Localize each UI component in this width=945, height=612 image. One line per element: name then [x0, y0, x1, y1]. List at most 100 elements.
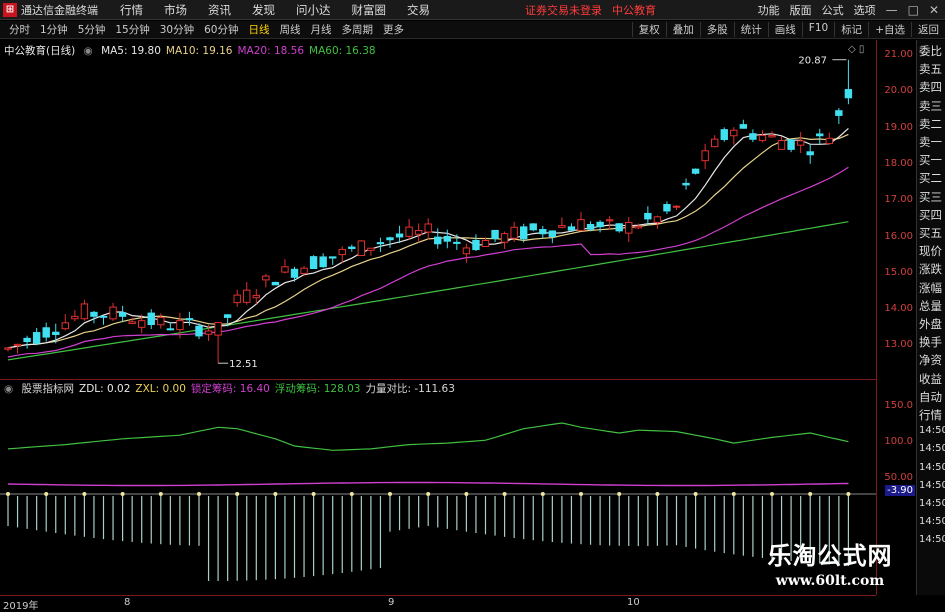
candlestick[interactable]: [691, 168, 700, 175]
menu-item-news[interactable]: 资讯: [208, 2, 231, 18]
menu-item-function[interactable]: 功能: [758, 2, 780, 18]
side-panel-item[interactable]: 现价: [919, 243, 945, 259]
minimize-icon[interactable]: —: [886, 3, 898, 17]
candlestick[interactable]: [147, 309, 155, 330]
candlestick[interactable]: [739, 119, 748, 129]
timeframe-tab-4[interactable]: 30分钟: [155, 22, 199, 37]
candlestick[interactable]: [596, 220, 604, 233]
side-panel-item[interactable]: 14:50: [919, 462, 945, 473]
candlestick[interactable]: [329, 256, 337, 265]
candlestick[interactable]: [529, 223, 537, 232]
candlestick[interactable]: [787, 139, 795, 153]
side-panel-item[interactable]: 收益: [919, 371, 945, 387]
chart-tool-3[interactable]: 统计: [733, 22, 768, 37]
timeframe-tab-0[interactable]: 分时: [4, 22, 35, 37]
candlestick[interactable]: [424, 218, 432, 240]
candlestick[interactable]: [376, 237, 385, 252]
candlestick[interactable]: [405, 219, 413, 241]
side-panel-item[interactable]: 涨跌: [919, 261, 945, 277]
chart-zoom-icon[interactable]: ◇ ▯: [848, 44, 864, 55]
maximize-icon[interactable]: □: [908, 3, 919, 17]
timeframe-tab-9[interactable]: 多周期: [337, 22, 379, 37]
timeframe-tab-2[interactable]: 5分钟: [73, 22, 111, 37]
candlestick[interactable]: [214, 322, 222, 364]
side-panel-item[interactable]: 卖一: [919, 134, 945, 150]
chart-tool-0[interactable]: 复权: [631, 22, 666, 37]
candlestick[interactable]: [367, 247, 375, 256]
side-panel-item[interactable]: 卖四: [919, 79, 945, 95]
candlestick[interactable]: [577, 211, 585, 232]
candlestick[interactable]: [806, 144, 814, 164]
candlestick[interactable]: [395, 225, 404, 244]
timeframe-tab-3[interactable]: 15分钟: [110, 22, 154, 37]
candlestick[interactable]: [749, 129, 757, 143]
menu-item-options[interactable]: 选项: [854, 2, 876, 18]
menu-item-ask[interactable]: 问小达: [296, 2, 331, 18]
candlestick[interactable]: [644, 206, 652, 226]
candlestick[interactable]: [319, 253, 327, 268]
candlestick[interactable]: [281, 259, 289, 274]
side-panel-item[interactable]: 买三: [919, 189, 945, 205]
candlestick[interactable]: [348, 244, 356, 252]
candlestick[interactable]: [80, 299, 89, 321]
candlestick[interactable]: [338, 246, 346, 264]
candlestick[interactable]: [90, 310, 98, 324]
candlestick[interactable]: [682, 178, 690, 190]
chart-tool-6[interactable]: 标记: [834, 22, 868, 37]
timeframe-tab-7[interactable]: 周线: [275, 22, 306, 37]
side-panel-item[interactable]: 14:50: [919, 425, 945, 436]
candlestick[interactable]: [758, 130, 767, 143]
candlestick[interactable]: [548, 230, 557, 244]
side-panel-item[interactable]: 卖五: [919, 61, 945, 77]
candlestick-plot[interactable]: 20.87 12.51 ◇ ▯: [0, 40, 876, 380]
candlestick[interactable]: [567, 223, 576, 231]
candlestick[interactable]: [42, 322, 50, 342]
candlestick[interactable]: [711, 135, 719, 148]
candlestick[interactable]: [844, 59, 853, 105]
candlestick[interactable]: [233, 289, 241, 307]
side-panel-item[interactable]: 总量: [919, 298, 945, 314]
chart-tool-2[interactable]: 多股: [699, 22, 734, 37]
menu-item-discover[interactable]: 发现: [252, 2, 275, 18]
candlestick[interactable]: [357, 240, 366, 257]
menu-item-wealth[interactable]: 财富圈: [352, 2, 387, 18]
menu-item-formula[interactable]: 公式: [822, 2, 844, 18]
side-panel-item[interactable]: 14:50: [919, 498, 945, 509]
candlestick[interactable]: [796, 132, 805, 154]
candlestick[interactable]: [243, 282, 251, 305]
side-panel-item[interactable]: 涨幅: [919, 280, 945, 296]
timeframe-tab-5[interactable]: 60分钟: [199, 22, 243, 37]
side-panel-item[interactable]: 买四: [919, 207, 945, 223]
candlestick[interactable]: [605, 216, 614, 230]
side-panel-item[interactable]: 买五: [919, 225, 945, 241]
timeframe-tab-10[interactable]: 更多: [378, 22, 409, 37]
candlestick[interactable]: [434, 228, 442, 249]
candlestick[interactable]: [539, 225, 547, 239]
chart-tool-1[interactable]: 叠加: [665, 22, 700, 37]
chart-tool-7[interactable]: +自选: [868, 22, 911, 37]
chart-tool-5[interactable]: F10: [801, 22, 834, 37]
side-panel-item[interactable]: 14:50: [919, 516, 945, 527]
indicator-circle-icon[interactable]: ◉: [4, 383, 13, 395]
candlestick[interactable]: [271, 281, 280, 286]
side-panel-item[interactable]: 买二: [919, 170, 945, 186]
candlestick[interactable]: [701, 143, 709, 170]
candlestick[interactable]: [500, 231, 509, 249]
candlestick[interactable]: [625, 217, 633, 242]
chart-tool-4[interactable]: 画线: [767, 22, 802, 37]
chart-tool-8[interactable]: 返回: [911, 22, 945, 37]
candlestick[interactable]: [730, 127, 738, 145]
side-panel-item[interactable]: 买一: [919, 152, 945, 168]
candlestick[interactable]: [835, 108, 843, 125]
menu-item-quotes[interactable]: 行情: [120, 2, 143, 18]
candlestick[interactable]: [453, 234, 461, 250]
candlestick[interactable]: [653, 215, 662, 229]
side-panel-item[interactable]: 换手: [919, 334, 945, 350]
side-panel-item[interactable]: 委比: [919, 43, 945, 59]
side-panel-item[interactable]: 卖三: [919, 98, 945, 114]
candlestick[interactable]: [825, 132, 833, 145]
menu-item-trade[interactable]: 交易: [407, 2, 430, 18]
candlestick[interactable]: [109, 302, 117, 321]
candlestick[interactable]: [262, 273, 270, 288]
candlestick[interactable]: [386, 236, 394, 248]
